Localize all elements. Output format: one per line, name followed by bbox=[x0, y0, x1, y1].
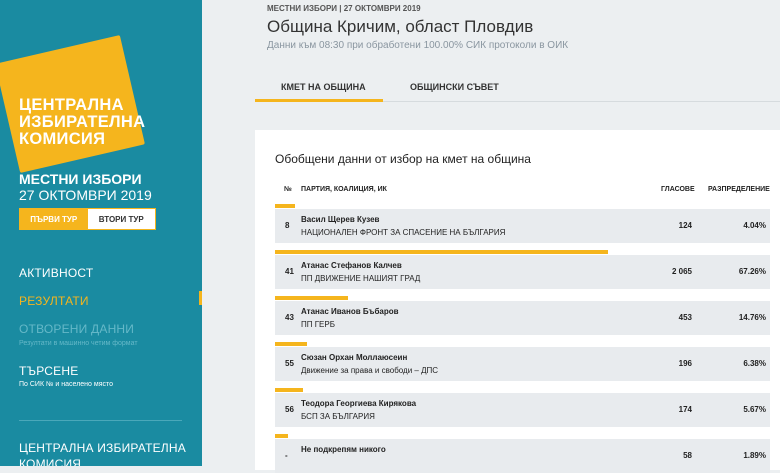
table-row: 56 Теодора Георгиева Кирякова БСП ЗА БЪЛГА… bbox=[275, 388, 770, 427]
row-number: 41 bbox=[285, 267, 294, 276]
candidate-name: Не подкрепям никого bbox=[301, 445, 386, 454]
page-subtitle: Данни към 08:30 при обработени 100.00% С… bbox=[267, 40, 569, 51]
table-row: 43 Атанас Иванов Бъбаров ПП ГЕРБ 453 14.76% bbox=[275, 296, 770, 335]
nav-search[interactable]: ТЪРСЕНЕ bbox=[19, 364, 78, 378]
vote-count: 124 bbox=[678, 221, 692, 230]
vote-share: 14.76% bbox=[738, 313, 766, 322]
logo-line-2: ИЗБИРАТЕЛНА bbox=[19, 113, 146, 131]
election-title: МЕСТНИ ИЗБОРИ bbox=[19, 171, 142, 187]
column-header-votes: ГЛАСОВЕ bbox=[661, 186, 695, 193]
share-bar bbox=[275, 342, 307, 346]
share-bar bbox=[275, 296, 349, 300]
vote-share: 6.38% bbox=[743, 359, 766, 368]
row-number: 43 bbox=[285, 313, 294, 322]
column-header-party: ПАРТИЯ, КОАЛИЦИЯ, ИК bbox=[301, 186, 387, 193]
active-tab-indicator bbox=[255, 99, 383, 102]
tabs-divider bbox=[383, 101, 780, 102]
sidebar: ЦЕНТРАЛНА ИЗБИРАТЕЛНА КОМИСИЯ МЕСТНИ ИЗБ… bbox=[0, 0, 202, 466]
vote-count: 58 bbox=[683, 451, 692, 460]
round-switch: ПЪРВИ ТУР ВТОРИ ТУР bbox=[19, 208, 156, 230]
table-row: 8 Васил Щерев Кузев НАЦИОНАЛЕН ФРОНТ ЗА СП… bbox=[275, 204, 770, 243]
footer-line-1: ЦЕНТРАЛНА ИЗБИРАТЕЛНА bbox=[19, 441, 186, 455]
nav-search-sub: По СИК № и населено място bbox=[19, 381, 114, 388]
party-name: НАЦИОНАЛЕН ФРОНТ ЗА СПАСЕНИЕ НА БЪЛГАРИЯ bbox=[301, 228, 506, 237]
active-nav-marker bbox=[199, 291, 202, 305]
results-title: Обобщени данни от избор на кмет на общин… bbox=[275, 152, 531, 166]
logo-line-1: ЦЕНТРАЛНА bbox=[19, 96, 124, 114]
vote-share: 1.89% bbox=[743, 451, 766, 460]
table-row: - Не подкрепям никого 58 1.89% bbox=[275, 434, 770, 473]
party-name: Движение за права и свободи – ДПС bbox=[301, 366, 439, 375]
nav-divider bbox=[19, 420, 182, 421]
second-round-button[interactable]: ВТОРИ ТУР bbox=[87, 209, 155, 229]
nav-open-data-sub: Резултати в машинно четим формат bbox=[19, 340, 138, 347]
share-bar bbox=[275, 204, 295, 208]
candidate-name: Атанас Стефанов Калчев bbox=[301, 261, 402, 270]
tab-mayor[interactable]: КМЕТ НА ОБЩИНА bbox=[281, 82, 366, 92]
vote-count: 174 bbox=[678, 405, 692, 414]
party-name: БСП ЗА БЪЛГАРИЯ bbox=[301, 412, 375, 421]
vote-share: 5.67% bbox=[743, 405, 766, 414]
party-name: ПП ГЕРБ bbox=[301, 320, 335, 329]
footer-line-2: КОМИСИЯ bbox=[19, 457, 82, 466]
cik-logo[interactable]: ЦЕНТРАЛНА ИЗБИРАТЕЛНА КОМИСИЯ bbox=[19, 97, 145, 148]
page-title: Община Кричим, област Пловдив bbox=[267, 17, 534, 36]
candidate-name: Атанас Иванов Бъбаров bbox=[301, 307, 399, 316]
election-date: 27 ОКТОМВРИ 2019 bbox=[19, 187, 152, 203]
logo-line-3: КОМИСИЯ bbox=[19, 130, 106, 148]
row-number: 56 bbox=[285, 405, 294, 414]
row-number: 8 bbox=[285, 221, 290, 230]
candidate-name: Теодора Георгиева Кирякова bbox=[301, 399, 417, 408]
candidate-name: Сюзан Орхан Моллаюсеин bbox=[301, 353, 408, 362]
vote-count: 196 bbox=[678, 359, 692, 368]
party-name: ПП ДВИЖЕНИЕ НАШИЯТ ГРАД bbox=[301, 274, 421, 283]
vote-share: 4.04% bbox=[743, 221, 766, 230]
vote-share: 67.26% bbox=[738, 267, 766, 276]
column-header-share: РАЗПРЕДЕЛЕНИЕ bbox=[708, 186, 770, 193]
row-number: - bbox=[285, 451, 288, 460]
nav-results[interactable]: РЕЗУЛТАТИ bbox=[19, 294, 89, 308]
share-bar bbox=[275, 434, 288, 438]
first-round-button[interactable]: ПЪРВИ ТУР bbox=[20, 209, 88, 229]
row-number: 55 bbox=[285, 359, 294, 368]
column-header-number: № bbox=[284, 186, 292, 193]
vote-count: 453 bbox=[678, 313, 692, 322]
tab-council[interactable]: ОБЩИНСКИ СЪВЕТ bbox=[410, 82, 499, 92]
nav-open-data[interactable]: ОТВОРЕНИ ДАННИ bbox=[19, 322, 134, 336]
table-row: 55 Сюзан Орхан Моллаюсеин Движение за прав… bbox=[275, 342, 770, 381]
share-bar bbox=[275, 250, 608, 254]
election-header-small: МЕСТНИ ИЗБОРИ | 27 ОКТОМВРИ 2019 bbox=[267, 4, 421, 13]
nav-activity[interactable]: АКТИВНОСТ bbox=[19, 266, 93, 280]
vote-count: 2 065 bbox=[671, 267, 692, 276]
cik-footer-link[interactable]: ЦЕНТРАЛНА ИЗБИРАТЕЛНА КОМИСИЯ bbox=[19, 440, 186, 466]
share-bar bbox=[275, 388, 304, 392]
candidate-name: Васил Щерев Кузев bbox=[301, 215, 380, 224]
table-row: 41 Атанас Стефанов Калчев ПП ДВИЖЕНИЕ НАШИ… bbox=[275, 250, 770, 289]
